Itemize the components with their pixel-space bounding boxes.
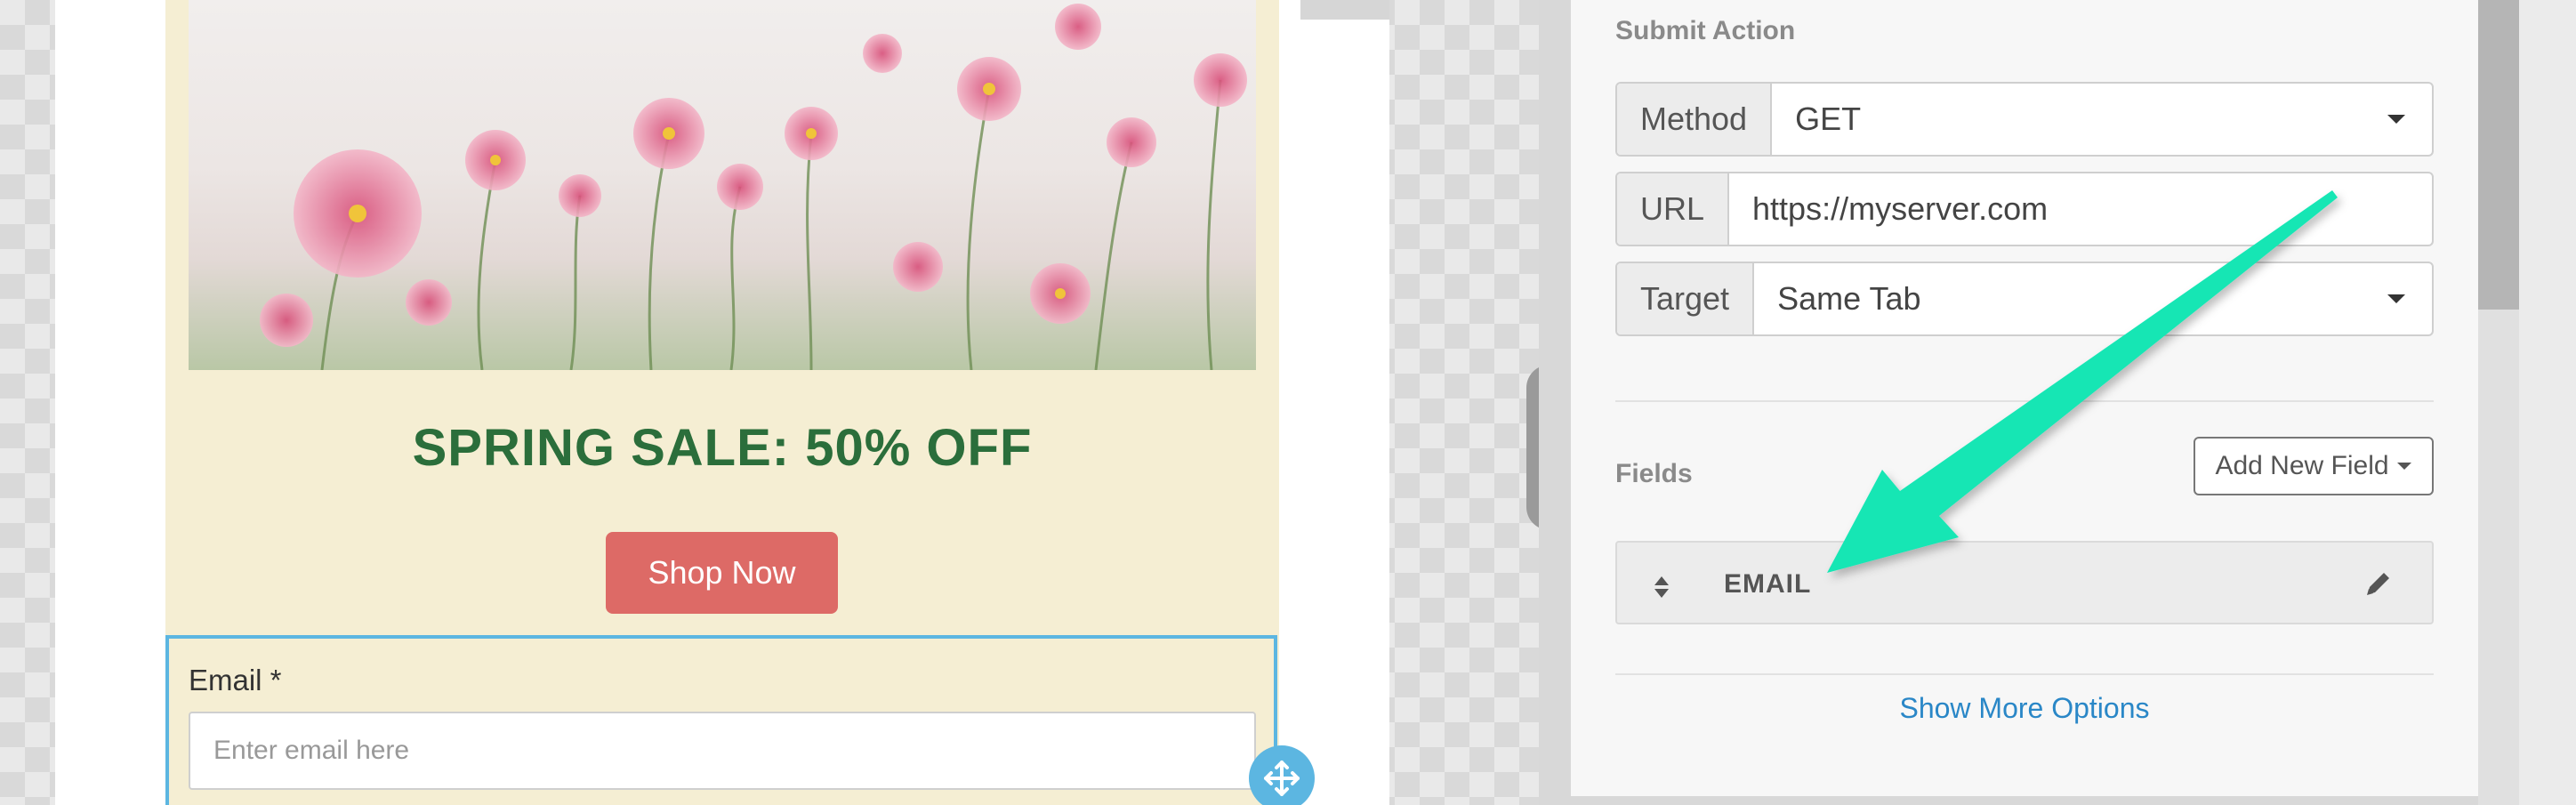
panel-gutter — [1539, 0, 1571, 805]
url-value: https://myserver.com — [1752, 190, 2049, 227]
method-label: Method — [1617, 84, 1773, 155]
target-select[interactable]: Target Same Tab — [1615, 262, 2434, 336]
panel-footer — [1571, 796, 2478, 805]
caret-down-icon — [2361, 84, 2432, 155]
sort-icon[interactable] — [1653, 575, 1670, 604]
sale-headline: SPRING SALE: 50% OFF — [412, 419, 1033, 477]
email-field-label: Email * — [189, 664, 282, 696]
divider — [1615, 400, 2434, 402]
scrollbar-thumb[interactable] — [2478, 0, 2519, 310]
caret-down-icon — [2361, 263, 2432, 334]
submit-action-title: Submit Action — [1615, 16, 1796, 45]
add-new-field-button[interactable]: Add New Field — [2194, 437, 2434, 495]
move-handle[interactable] — [1249, 745, 1315, 805]
flower-photo — [260, 4, 1247, 370]
show-more-options-link[interactable]: Show More Options — [1615, 692, 2434, 725]
url-label: URL — [1617, 173, 1730, 245]
caret-down-icon — [2396, 463, 2411, 470]
move-icon — [1264, 761, 1300, 796]
email-placeholder: Enter email here — [213, 736, 410, 765]
pencil-icon[interactable] — [2363, 569, 2393, 604]
email-input[interactable]: Enter email here — [189, 712, 1256, 790]
method-value: GET — [1795, 101, 1862, 137]
canvas-edge — [1300, 0, 1389, 20]
fields-title: Fields — [1615, 459, 1693, 488]
target-label: Target — [1617, 263, 1755, 334]
method-select[interactable]: Method GET — [1615, 82, 2434, 157]
add-new-field-label: Add New Field — [2215, 451, 2389, 480]
right-background — [2519, 0, 2576, 805]
field-item[interactable]: EMAIL — [1615, 541, 2434, 624]
divider — [1615, 673, 2434, 675]
url-field[interactable]: URL https://myserver.com — [1615, 172, 2434, 246]
field-item-name: EMAIL — [1724, 569, 1812, 599]
target-value: Same Tab — [1777, 280, 1921, 317]
hero-image[interactable] — [189, 0, 1256, 370]
shop-now-button[interactable]: Shop Now — [606, 532, 838, 614]
